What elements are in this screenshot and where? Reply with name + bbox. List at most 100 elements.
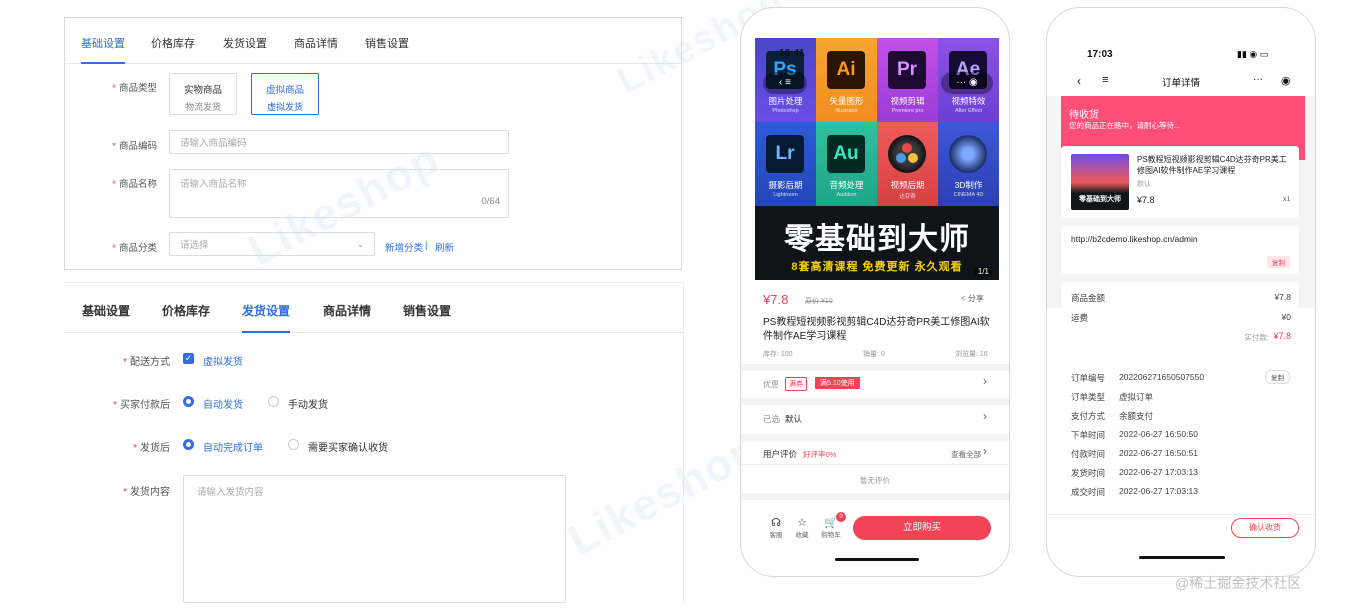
original-price: 原价 ¥10 xyxy=(805,298,833,305)
course-sub: Photoshop xyxy=(772,108,799,114)
type-option-virtual[interactable]: 虚拟商品 虚拟发货 xyxy=(251,73,319,115)
tab-basic[interactable]: 基础设置 xyxy=(81,35,125,51)
chevron-right-icon[interactable]: › xyxy=(983,444,987,458)
order-status-sub: 您的商品正在路中，请耐心等待... xyxy=(1069,121,1181,130)
virtual-delivery-checkbox[interactable]: ✓ xyxy=(183,353,194,364)
char-counter: 0/64 xyxy=(481,196,501,207)
ship-content-textarea[interactable]: 请输入发货内容 xyxy=(183,475,566,603)
course-pr: Pr 视频剪辑 Premiere pro xyxy=(877,38,938,122)
tab-shipping[interactable]: 发货设置 xyxy=(223,35,267,51)
star-icon: ☆ xyxy=(797,517,807,529)
nav-label: 客服 xyxy=(769,532,783,539)
buy-now-button[interactable]: 立即购买 xyxy=(853,516,991,540)
copy-link-button[interactable]: 复制 xyxy=(1267,256,1290,268)
tab-basic[interactable]: 基础设置 xyxy=(82,302,130,319)
manual-ship-label: 手动发货 xyxy=(288,400,328,411)
copy-order-number-button[interactable]: 复制 xyxy=(1265,370,1290,384)
delivery-content-card: http://b2cdemo.likeshop.cn/admin 复制 xyxy=(1061,226,1299,274)
payment-method-label: 支付方式 xyxy=(1071,411,1106,421)
tab-price-stock[interactable]: 价格库存 xyxy=(151,35,195,51)
home-indicator xyxy=(835,558,919,561)
virtual-delivery-label: 虚拟发货 xyxy=(203,357,243,368)
product-code-label: * 商品编码 xyxy=(112,141,157,152)
complete-time: 2022-06-27 17:03:13 xyxy=(1119,486,1198,496)
buyer-confirm-label: 需要买家确认收货 xyxy=(308,443,388,454)
option-sub: 物流发货 xyxy=(184,102,221,112)
source-credit: @稀土掘金技术社区 xyxy=(1175,575,1302,591)
product-code-input[interactable]: 请输入商品编码 xyxy=(169,130,509,154)
back-menu-capsule[interactable]: ‹ ≡ xyxy=(763,72,807,94)
add-category-link[interactable]: 新增分类 xyxy=(385,240,423,254)
course-sub: Premiere pro xyxy=(891,108,924,114)
tab-shipping[interactable]: 发货设置 xyxy=(242,302,290,319)
tab-sales[interactable]: 销售设置 xyxy=(365,35,409,51)
divider xyxy=(741,364,1009,371)
amount-card: 商品金额 ¥7.8 运费 ¥0 实付款: ¥7.8 xyxy=(1061,282,1299,354)
type-option-physical[interactable]: 实物商品 物流发货 xyxy=(169,73,237,115)
more-icon[interactable]: ··· xyxy=(1253,74,1263,85)
after-ship-label: * 发货后 xyxy=(133,443,170,454)
nav-customer-service[interactable]: ☊ 客服 xyxy=(765,516,787,539)
view-count: 浏览量: 16 xyxy=(955,351,988,358)
complete-time-label: 成交时间 xyxy=(1071,487,1106,497)
nav-label: 收藏 xyxy=(795,532,809,539)
page-title: 订单详情 xyxy=(1161,78,1200,89)
tab-details[interactable]: 商品详情 xyxy=(323,302,371,319)
order-item-card[interactable]: 零基础到大师 PS教程短视频影视剪辑C4D达芬奇PR美工修图AI软件制作AE学习… xyxy=(1061,146,1299,218)
selected-value[interactable]: 默认 xyxy=(785,413,802,425)
phone-product-detail: Ps 图片处理 Photoshop Ai 矢量图形 Illustrator Pr… xyxy=(740,7,1010,577)
tab-details[interactable]: 商品详情 xyxy=(294,35,338,51)
course-title: 矢量图形 xyxy=(829,96,864,106)
view-all-reviews[interactable]: 查看全部 xyxy=(951,449,981,460)
auto-ship-radio[interactable] xyxy=(183,396,194,407)
item-spec: 默认 xyxy=(1137,181,1151,188)
course-ai: Ai 矢量图形 Illustrator xyxy=(816,38,877,122)
divider xyxy=(741,434,1009,441)
auto-complete-label: 自动完成订单 xyxy=(203,443,263,454)
ship-content-label: * 发货内容 xyxy=(123,487,170,498)
stock: 库存: 100 xyxy=(763,351,793,358)
course-sub: CINEMA 4D xyxy=(953,192,984,198)
manual-ship-radio[interactable] xyxy=(268,396,279,407)
close-icon[interactable]: ◉ xyxy=(1281,74,1291,87)
promo-label: 优惠 xyxy=(763,380,779,389)
order-number: 202206271650507550 xyxy=(1119,372,1205,382)
audition-icon: Au xyxy=(827,135,865,173)
order-type: 虚拟订单 xyxy=(1119,392,1154,402)
no-review-text: 暂无评价 xyxy=(860,476,890,485)
placeholder: 请输入商品名称 xyxy=(180,179,247,190)
nav-favorite[interactable]: ☆ 收藏 xyxy=(791,516,813,539)
refresh-link[interactable]: 刷新 xyxy=(435,240,454,254)
active-tab-indicator xyxy=(242,331,290,333)
course-title: 摄影后期 xyxy=(768,180,803,190)
divider xyxy=(741,464,1009,465)
ship-time: 2022-06-27 17:03:13 xyxy=(1119,467,1198,477)
goods-total: ¥7.8 xyxy=(1274,292,1291,302)
tab-price-stock[interactable]: 价格库存 xyxy=(162,302,210,319)
paid-amount: ¥7.8 xyxy=(1273,331,1291,341)
review-label: 用户评价 xyxy=(763,449,798,459)
item-qty: x1 xyxy=(1283,196,1291,203)
paid-label: 实付款: xyxy=(1244,333,1269,342)
pay-time: 2022-06-27 16:50:51 xyxy=(1119,448,1198,458)
nav-cart[interactable]: 🛒 购物车 0 xyxy=(817,512,846,539)
banner-subtitle: 8套高清课程 免费更新 永久观看 xyxy=(791,261,963,273)
freight-label: 运费 xyxy=(1071,313,1089,323)
order-status-title: 待收货 xyxy=(1069,110,1099,121)
chevron-right-icon[interactable]: › xyxy=(983,409,987,423)
more-close-capsule[interactable]: ··· ◉ xyxy=(941,72,993,94)
buyer-confirm-radio[interactable] xyxy=(288,439,299,450)
option-title: 实物商品 xyxy=(183,85,222,96)
auto-complete-radio[interactable] xyxy=(183,439,194,450)
delivery-link[interactable]: http://b2cdemo.likeshop.cn/admin xyxy=(1071,234,1198,244)
course-title: 视频后期 xyxy=(890,180,925,190)
course-title: 音频处理 xyxy=(829,180,864,190)
payment-method: 余额支付 xyxy=(1119,411,1154,421)
course-title: 3D制作 xyxy=(954,180,983,190)
premiere-icon: Pr xyxy=(888,51,926,89)
chevron-right-icon[interactable]: › xyxy=(983,374,987,388)
share-button[interactable]: < 分享 xyxy=(961,293,984,304)
tab-sales[interactable]: 销售设置 xyxy=(403,302,451,319)
course-title: 视频剪辑 xyxy=(890,96,925,106)
confirm-receipt-button[interactable]: 确认收货 xyxy=(1231,518,1299,538)
